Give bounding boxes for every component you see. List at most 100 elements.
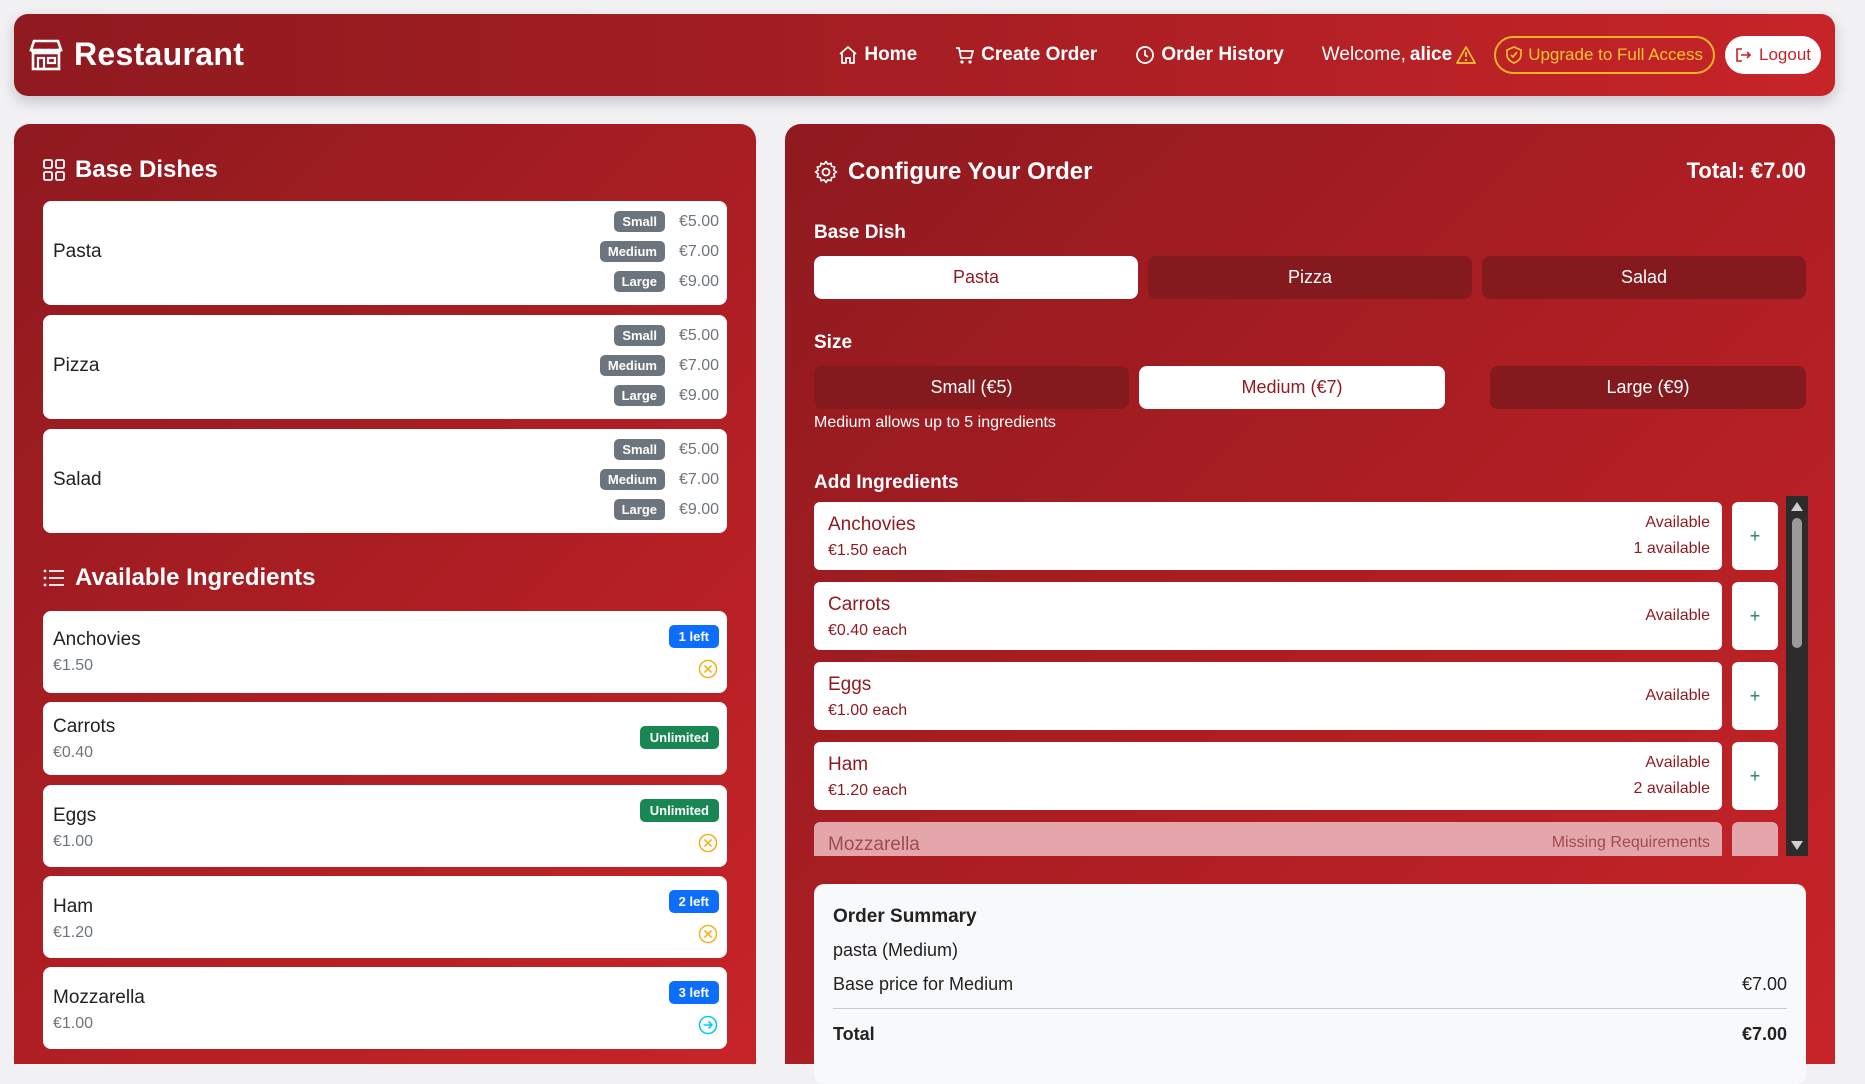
configure-heading: Configure Your Order — [814, 158, 1092, 186]
dish-name: Pizza — [53, 355, 100, 376]
price-row-medium: Medium €7.00 — [599, 355, 720, 376]
ingredient-row-name: Anchovies — [828, 514, 916, 535]
ingredient-price: €1.00 — [53, 833, 94, 850]
ingredient-card-carrots: Carrots €0.40 Unlimited — [43, 702, 727, 775]
gear-icon — [814, 160, 838, 184]
warning-icon — [1456, 46, 1477, 64]
nav-order-history[interactable]: Order History — [1135, 44, 1284, 66]
grid-icon — [43, 159, 65, 181]
nav-create-order[interactable]: Create Order — [955, 44, 1097, 66]
ingredient-row-eggs: Eggs €1.00 each Available — [814, 662, 1722, 730]
ingredient-card-anchovies: Anchovies €1.50 1 left — [43, 611, 727, 693]
size-badge: Medium — [599, 469, 665, 490]
ingredient-name: Eggs — [53, 805, 97, 826]
brand[interactable]: Restaurant — [28, 36, 244, 73]
size-badge: Large — [613, 385, 665, 406]
nav-home-label: Home — [864, 44, 918, 65]
ingredient-list-scrollbar[interactable] — [1786, 496, 1808, 856]
price-value: €5.00 — [679, 212, 720, 230]
add-anchovies-button[interactable]: + — [1732, 502, 1778, 570]
scroll-thumb[interactable] — [1792, 518, 1802, 648]
clock-icon — [1136, 46, 1155, 64]
ingredient-row-status: Available — [1645, 687, 1710, 704]
price-row-small: Small €5.00 — [614, 325, 719, 346]
upgrade-button[interactable]: Upgrade to Full Access — [1494, 36, 1715, 74]
ingredient-row-status: Available — [1645, 514, 1710, 531]
size-badge: Small — [614, 211, 665, 232]
nav-home[interactable]: Home — [838, 44, 917, 66]
stock-badge: Unlimited — [639, 726, 719, 749]
add-ham-button[interactable]: + — [1732, 742, 1778, 810]
arrow-circle-icon — [698, 1015, 718, 1035]
ingredient-row-mozzarella: Mozzarella Missing Requirements — [814, 822, 1722, 856]
shield-icon — [1506, 46, 1522, 64]
summary-base-price-value: €7.00 — [1741, 974, 1787, 994]
base-option-salad[interactable]: Salad — [1482, 256, 1806, 299]
scroll-down-arrow-icon[interactable] — [1791, 841, 1803, 850]
ingredient-card-mozzarella: Mozzarella €1.00 3 left — [43, 967, 727, 1049]
size-badge: Large — [613, 499, 665, 520]
stock-badge: 2 left — [668, 890, 719, 913]
summary-total-label: Total — [833, 1024, 875, 1044]
base-dish-label: Base Dish — [814, 222, 906, 243]
size-hint: Medium allows up to 5 ingredients — [814, 414, 1056, 431]
price-value: €9.00 — [679, 386, 720, 404]
size-badge: Large — [613, 271, 665, 292]
welcome-text: Welcome, alice — [1322, 44, 1477, 66]
size-badge: Medium — [599, 241, 665, 262]
stock-badge: 1 left — [668, 625, 719, 648]
dish-name: Pasta — [53, 241, 102, 262]
username: alice — [1409, 44, 1453, 65]
add-ingredients-label: Add Ingredients — [814, 472, 959, 493]
size-option-small[interactable]: Small (€5) — [814, 366, 1129, 409]
ingredient-row-carrots: Carrots €0.40 each Available — [814, 582, 1722, 650]
ingredient-row-status: Missing Requirements — [1551, 834, 1710, 851]
base-option-pasta[interactable]: Pasta — [814, 256, 1138, 299]
stock-badge: 3 left — [668, 981, 719, 1004]
base-dishes-heading: Base Dishes — [43, 156, 218, 184]
base-option-pizza[interactable]: Pizza — [1148, 256, 1472, 299]
ingredient-name: Anchovies — [53, 629, 141, 650]
ingredient-list[interactable]: Anchovies €1.50 each Available 1 availab… — [814, 496, 1814, 856]
add-mozzarella-button — [1732, 822, 1778, 856]
price-value: €7.00 — [679, 356, 720, 374]
ingredient-name: Carrots — [53, 716, 116, 737]
price-row-large: Large €9.00 — [613, 385, 720, 406]
ingredient-price: €1.00 — [53, 1015, 94, 1032]
logout-icon — [1736, 48, 1752, 62]
ingredient-row-status: Available — [1645, 754, 1710, 771]
x-circle-icon — [698, 659, 718, 679]
summary-title: Order Summary — [833, 906, 977, 927]
order-total: Total: €7.00 — [1686, 158, 1806, 183]
logout-button[interactable]: Logout — [1725, 36, 1821, 74]
upgrade-label: Upgrade to Full Access — [1528, 45, 1703, 64]
add-carrots-button[interactable]: + — [1732, 582, 1778, 650]
home-icon — [839, 46, 857, 64]
summary-item: pasta (Medium) — [833, 940, 959, 960]
navbar: Restaurant Home Create Order Order Histo… — [14, 14, 1835, 96]
configure-title: Configure Your Order — [848, 158, 1093, 185]
ingredient-name: Mozzarella — [53, 987, 145, 1008]
price-value: €9.00 — [679, 272, 720, 290]
dish-card-pasta: Pasta Small €5.00 Medium €7.00 Large €9.… — [43, 201, 727, 305]
stock-badge: Unlimited — [639, 799, 719, 822]
price-row-small: Small €5.00 — [614, 211, 719, 232]
brand-name: Restaurant — [74, 36, 245, 72]
price-value: €5.00 — [679, 440, 720, 458]
ingredient-row-price: €0.40 each — [828, 622, 908, 639]
ingredient-row-anchovies: Anchovies €1.50 each Available 1 availab… — [814, 502, 1722, 570]
ingredient-row-name: Eggs — [828, 674, 872, 695]
menu-panel: Base Dishes Pasta Small €5.00 Medium €7.… — [14, 124, 756, 1064]
dish-name: Salad — [53, 469, 102, 490]
scroll-up-arrow-icon[interactable] — [1791, 502, 1803, 511]
size-option-medium[interactable]: Medium (€7) — [1139, 366, 1445, 409]
price-row-small: Small €5.00 — [614, 439, 719, 460]
ingredient-card-eggs: Eggs €1.00 Unlimited — [43, 785, 727, 867]
price-value: €7.00 — [679, 470, 720, 488]
ingredient-row-name: Mozzarella — [828, 834, 920, 855]
size-option-large[interactable]: Large (€9) — [1490, 366, 1806, 409]
list-icon — [43, 569, 64, 587]
cart-icon — [956, 47, 975, 64]
add-eggs-button[interactable]: + — [1732, 662, 1778, 730]
ingredients-heading: Available Ingredients — [43, 564, 316, 592]
